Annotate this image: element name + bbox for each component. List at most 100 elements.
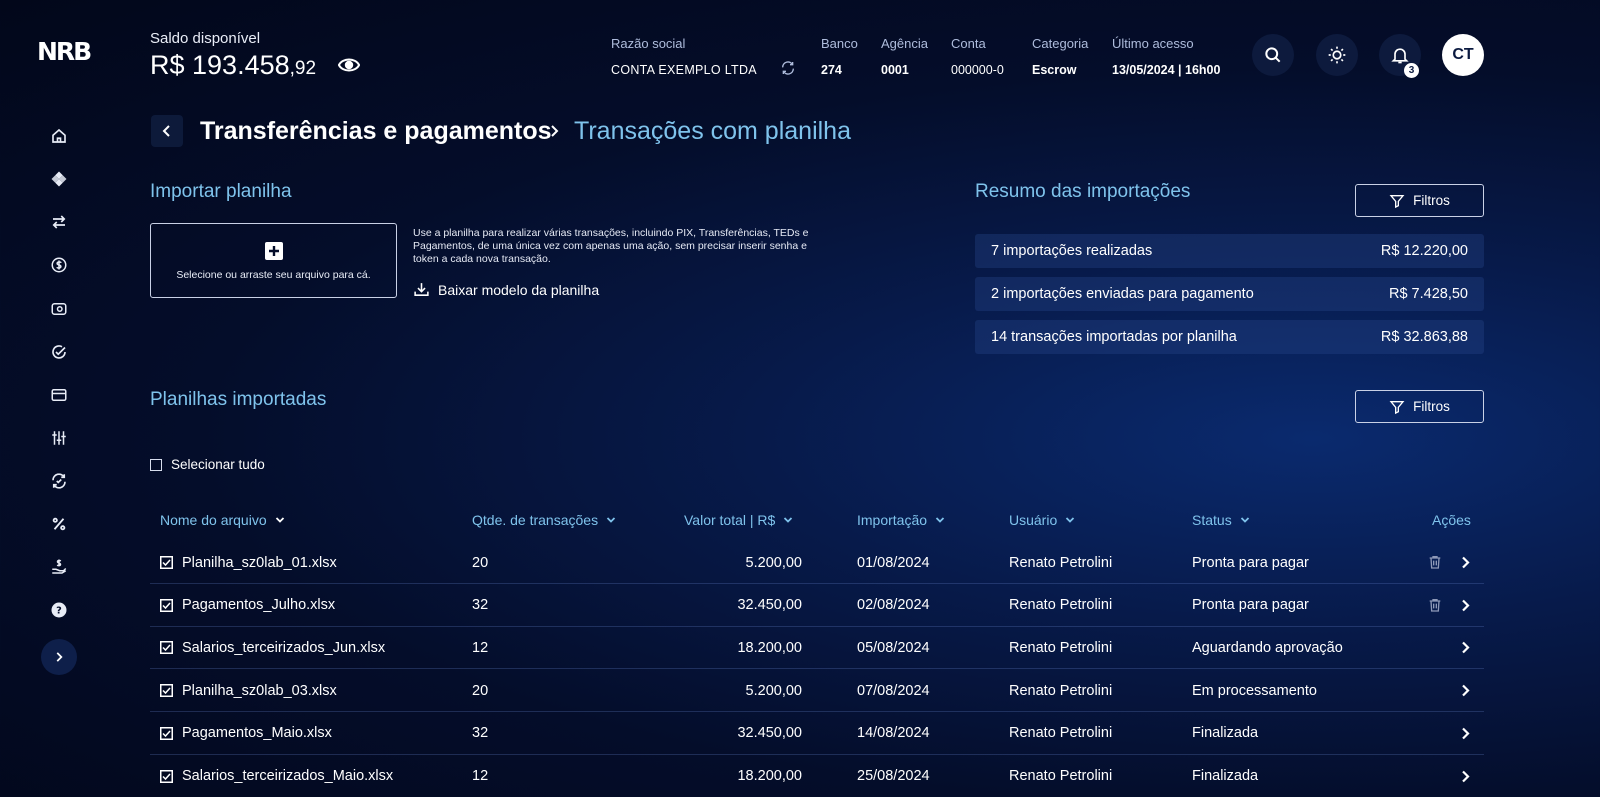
import-title: Importar planilha [150, 181, 292, 202]
chevron-right-icon[interactable] [1459, 770, 1471, 783]
row-checkbox[interactable] [160, 598, 173, 612]
cell-status: Pronta para pagar [1192, 554, 1309, 571]
categoria-value: Escrow [1032, 63, 1077, 77]
switch-account-icon[interactable] [780, 60, 796, 76]
cell-user: Renato Petrolini [1009, 725, 1113, 742]
imported-filter-button[interactable]: Filtros [1355, 390, 1484, 423]
cell-status: Pronta para pagar [1192, 597, 1309, 614]
trash-icon[interactable] [1427, 554, 1443, 570]
agencia-label: Agência [881, 36, 928, 51]
row-checkbox[interactable] [160, 769, 173, 783]
avatar[interactable]: CT [1442, 34, 1484, 76]
dollar-icon[interactable] [46, 252, 72, 278]
expand-sidebar-button[interactable] [41, 639, 77, 675]
pix-icon[interactable] [46, 166, 72, 192]
refresh-icon[interactable] [46, 468, 72, 494]
summary-title: Resumo das importações [975, 181, 1191, 202]
agencia-value: 0001 [881, 63, 909, 77]
razao-social: Razão social CONTA EXEMPLO LTDA [611, 36, 757, 77]
chevron-right-icon[interactable] [1459, 727, 1471, 740]
home-icon[interactable] [46, 123, 72, 149]
table-row[interactable]: Salarios_terceirizados_Maio.xlsx 12 18.2… [150, 755, 1484, 797]
column-header-total[interactable]: Valor total | R$ [684, 512, 793, 528]
card-icon[interactable] [46, 382, 72, 408]
column-header-file[interactable]: Nome do arquivo [160, 512, 285, 528]
cell-total: 32.450,00 [737, 597, 802, 614]
cell-date: 25/08/2024 [857, 768, 930, 784]
summary-filter-label: Filtros [1413, 193, 1450, 208]
help-icon[interactable]: ? [46, 597, 72, 623]
cell-file: Salarios_terceirizados_Maio.xlsx [182, 768, 394, 784]
row-checkbox[interactable] [160, 556, 173, 569]
column-header-label: Ações [1432, 512, 1471, 528]
file-dropzone[interactable]: Selecione ou arraste seu arquivo para cá… [150, 223, 397, 298]
summary-row-value: R$ 32.863,88 [1380, 329, 1468, 345]
trash-icon[interactable] [1427, 597, 1443, 613]
add-file-icon [265, 242, 283, 260]
select-all-checkbox[interactable]: Selecionar tudo [150, 457, 265, 472]
column-header-label: Nome do arquivo [160, 512, 267, 528]
chevron-right-icon[interactable] [1459, 684, 1471, 697]
column-header-date[interactable]: Importação [857, 512, 945, 528]
hand-money-icon[interactable] [46, 554, 72, 580]
conta-value: 000000-0 [951, 63, 1004, 77]
breadcrumb-parent[interactable]: Transferências e pagamentos [200, 117, 552, 146]
column-header-count[interactable]: Qtde. de transações [472, 512, 616, 528]
cell-user: Renato Petrolini [1009, 554, 1113, 571]
summary-row: 2 importações enviadas para pagamento R$… [975, 277, 1484, 311]
chevron-right-icon[interactable] [1459, 556, 1471, 569]
column-header-label: Qtde. de transações [472, 512, 599, 528]
table-row[interactable]: Planilha_sz0lab_03.xlsx 20 5.200,00 07/0… [150, 669, 1484, 713]
balance-label: Saldo disponível [150, 30, 261, 47]
imported-title: Planilhas importadas [150, 389, 327, 410]
back-button[interactable] [151, 115, 183, 147]
row-checkbox[interactable] [160, 684, 173, 698]
search-button[interactable] [1252, 34, 1294, 76]
wallet-icon[interactable] [46, 296, 72, 322]
table-row[interactable]: Pagamentos_Julho.xlsx 32 32.450,00 02/08… [150, 584, 1484, 627]
column-header-label: Valor total | R$ [684, 512, 776, 528]
summary-row-value: R$ 7.428,50 [1388, 286, 1468, 302]
column-header-status[interactable]: Status [1192, 512, 1250, 528]
cell-file: Pagamentos_Julho.xlsx [182, 597, 336, 614]
table-row[interactable]: Planilha_sz0lab_01.xlsx 20 5.200,00 01/0… [150, 541, 1484, 584]
cell-date: 14/08/2024 [857, 725, 930, 742]
chevron-right-icon[interactable] [1459, 641, 1471, 654]
cell-date: 02/08/2024 [857, 597, 930, 614]
download-template-link[interactable]: Baixar modelo da planilha [413, 281, 599, 298]
column-header-user[interactable]: Usuário [1009, 512, 1075, 528]
eye-icon[interactable] [338, 56, 360, 74]
percent-icon[interactable] [46, 511, 72, 537]
sliders-icon[interactable] [46, 425, 72, 451]
check-circle-icon[interactable] [46, 339, 72, 365]
categoria-label: Categoria [1032, 36, 1089, 51]
chevron-right-icon [551, 125, 559, 137]
balance-main: R$ 193.458 [150, 50, 290, 80]
dropzone-text: Selecione ou arraste seu arquivo para cá… [176, 269, 371, 281]
summary-filter-button[interactable]: Filtros [1355, 184, 1484, 217]
balance-cents: ,92 [289, 58, 317, 79]
cell-file: Pagamentos_Maio.xlsx [182, 725, 332, 742]
cell-file: Planilha_sz0lab_01.xlsx [182, 554, 337, 571]
chevron-down-icon [935, 517, 945, 523]
filter-icon [1389, 400, 1405, 414]
summary-row-label: 2 importações enviadas para pagamento [991, 286, 1254, 302]
chevron-down-icon [275, 517, 284, 523]
column-header-label: Usuário [1009, 512, 1058, 528]
table-row[interactable]: Salarios_terceirizados_Jun.xlsx 12 18.20… [150, 626, 1484, 670]
chevron-right-icon[interactable] [1459, 599, 1471, 612]
theme-toggle-button[interactable] [1316, 34, 1358, 76]
table-row[interactable]: Pagamentos_Maio.xlsx 32 32.450,00 14/08/… [150, 712, 1484, 755]
row-checkbox[interactable] [160, 641, 173, 655]
row-checkbox[interactable] [160, 726, 173, 740]
column-header-label: Importação [857, 512, 928, 528]
transfer-icon[interactable] [46, 209, 72, 235]
cell-count: 20 [472, 554, 489, 571]
balance-value: R$ 193.458,92 [150, 50, 316, 81]
column-header-label: Status [1192, 512, 1232, 528]
cell-total: 18.200,00 [737, 639, 802, 656]
cell-status: Finalizada [1192, 768, 1259, 784]
ultimo-acesso-label: Último acesso [1112, 36, 1194, 51]
brand-logo[interactable]: NRB [37, 38, 92, 66]
cell-status: Em processamento [1192, 682, 1317, 699]
